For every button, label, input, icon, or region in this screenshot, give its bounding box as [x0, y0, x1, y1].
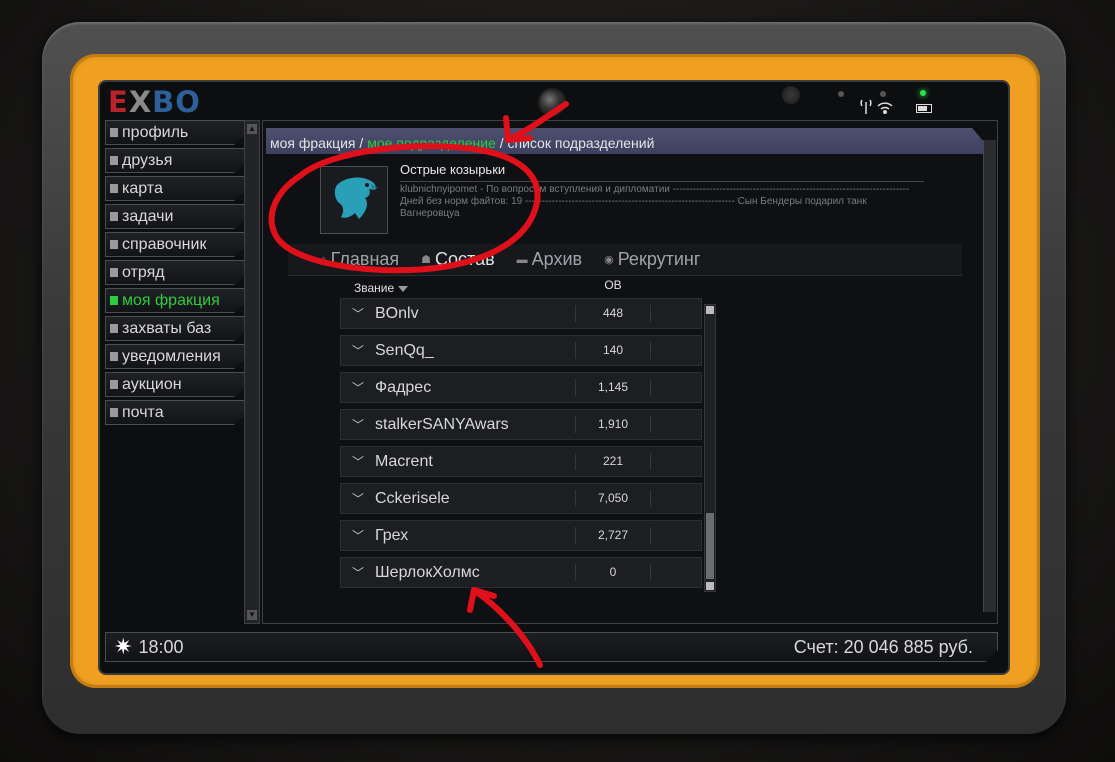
scroll-thumb[interactable]	[706, 513, 714, 579]
sidebar-item-mail[interactable]: почта	[105, 400, 245, 425]
table-row[interactable]: ﹀ Грех 2,727	[340, 520, 702, 551]
chevron-down-icon: ﹀	[351, 529, 364, 543]
faction-name: Острые козырьки	[400, 162, 506, 177]
indicator-light	[838, 91, 844, 97]
recruit-icon: ◉	[604, 254, 614, 266]
clock: 18:00	[138, 636, 184, 657]
status-bar: ✷ 18:00 Счет: 20 046 885 руб.	[105, 632, 998, 662]
scroll-up-icon[interactable]: ▲	[247, 124, 257, 134]
tab-recruiting[interactable]: ◉ Рекрутинг	[604, 249, 700, 270]
tab-members[interactable]: ☗ Состав	[421, 249, 495, 270]
table-row[interactable]: ﹀ ШерлокХолмс 0	[340, 557, 702, 588]
tab-main[interactable]: ⌂ Главная	[320, 249, 399, 270]
eagle-icon	[334, 177, 378, 219]
bullet-icon	[110, 184, 118, 193]
bullet-icon	[110, 240, 118, 249]
sidebar-item-base-captures[interactable]: захваты баз	[105, 316, 245, 341]
chevron-down-icon: ﹀	[351, 492, 364, 506]
column-ov[interactable]: ОВ	[578, 278, 648, 298]
sidebar-nav: профиль друзья карта задачи справочник о…	[105, 120, 245, 428]
bullet-icon	[110, 212, 118, 221]
sidebar-item-label: друзья	[122, 151, 173, 169]
breadcrumb-my-unit[interactable]: мое подразделение	[367, 135, 496, 151]
account-balance: Счет: 20 046 885 руб.	[793, 636, 973, 657]
bullet-icon	[110, 352, 118, 361]
faction-tabs: ⌂ Главная ☗ Состав ▬ Архив ◉ Рекрутинг	[288, 244, 962, 276]
table-row[interactable]: ﹀ BOnlv 448	[340, 298, 702, 329]
bullet-icon	[110, 268, 118, 277]
sidebar-item-label: справочник	[122, 235, 207, 253]
breadcrumb: моя фракция / мое подразделение / список…	[266, 128, 994, 154]
bullet-icon	[110, 296, 118, 305]
sidebar-item-friends[interactable]: друзья	[105, 148, 245, 173]
table-row[interactable]: ﹀ SenQq_ 140	[340, 335, 702, 366]
home-icon: ⌂	[320, 253, 327, 266]
chevron-down-icon: ﹀	[351, 455, 364, 469]
sidebar-item-label: задачи	[122, 207, 174, 225]
sidebar-item-label: моя фракция	[122, 291, 220, 309]
exbo-logo: EXBO	[108, 85, 201, 119]
table-row[interactable]: ﹀ Macrent 221	[340, 446, 702, 477]
sidebar-item-reference[interactable]: справочник	[105, 232, 245, 257]
chevron-down-icon: ﹀	[351, 418, 364, 432]
camera-lens	[538, 88, 566, 116]
breadcrumb-my-faction[interactable]: моя фракция	[270, 135, 356, 151]
members-table: Звание ОВ ﹀ BOnlv 448 ﹀ SenQq_ 140 ﹀ Фадрес 1,…	[340, 278, 718, 596]
folder-icon: ▬	[516, 253, 528, 266]
scroll-down-icon[interactable]	[706, 582, 714, 590]
chevron-down-icon: ﹀	[351, 344, 364, 358]
table-scrollbar[interactable]	[704, 304, 716, 592]
members-icon: ☗	[421, 254, 432, 266]
table-row[interactable]: ﹀ Фадрес 1,145	[340, 372, 702, 403]
sidebar-item-squad[interactable]: отряд	[105, 260, 245, 285]
sort-down-icon	[398, 286, 409, 292]
faction-description: klubnichnyipomet - По вопросам вступлени…	[400, 184, 910, 219]
table-row[interactable]: ﹀ stalkerSANYAwars 1,910	[340, 409, 702, 440]
signal-icon	[860, 99, 893, 114]
scroll-up-icon[interactable]	[706, 306, 714, 314]
sidebar-item-label: уведомления	[122, 347, 221, 365]
column-rank[interactable]: Звание	[342, 278, 578, 298]
sidebar-scrollbar[interactable]: ▲ ▼	[244, 120, 260, 624]
sidebar-item-my-faction[interactable]: моя фракция	[105, 288, 245, 313]
chevron-down-icon: ﹀	[351, 307, 364, 321]
scroll-down-icon[interactable]: ▼	[247, 610, 257, 620]
sidebar-item-notifications[interactable]: уведомления	[105, 344, 245, 369]
divider	[400, 181, 924, 182]
table-row[interactable]: ﹀ Cckerisele 7,050	[340, 483, 702, 514]
sidebar-item-label: профиль	[122, 123, 189, 141]
sidebar-item-label: карта	[122, 179, 163, 197]
breadcrumb-unit-list[interactable]: список подразделений	[508, 135, 655, 151]
faction-header: Острые козырьки klubnichnyipomet - По во…	[318, 162, 928, 238]
bullet-icon	[110, 128, 118, 137]
sidebar-item-label: отряд	[122, 263, 165, 281]
sun-icon: ✷	[114, 634, 133, 659]
faction-avatar	[320, 166, 388, 234]
main-scrollbar[interactable]	[983, 140, 996, 612]
sidebar-item-tasks[interactable]: задачи	[105, 204, 245, 229]
sidebar-item-map[interactable]: карта	[105, 176, 245, 201]
sidebar-item-auction[interactable]: аукцион	[105, 372, 245, 397]
power-indicator	[920, 90, 926, 96]
sensor	[782, 86, 800, 104]
tab-archive[interactable]: ▬ Архив	[517, 249, 582, 270]
sidebar-item-profile[interactable]: профиль	[105, 120, 245, 145]
bullet-icon	[110, 380, 118, 389]
sidebar-item-label: почта	[122, 403, 164, 421]
bullet-icon	[110, 408, 118, 417]
bullet-icon	[110, 324, 118, 333]
bullet-icon	[110, 156, 118, 165]
table-header: Звание ОВ	[342, 278, 716, 298]
chevron-down-icon: ﹀	[351, 381, 364, 395]
chevron-down-icon: ﹀	[351, 566, 364, 580]
sidebar-item-label: аукцион	[122, 375, 182, 393]
sidebar-item-label: захваты баз	[122, 319, 212, 337]
battery-icon	[916, 104, 932, 113]
